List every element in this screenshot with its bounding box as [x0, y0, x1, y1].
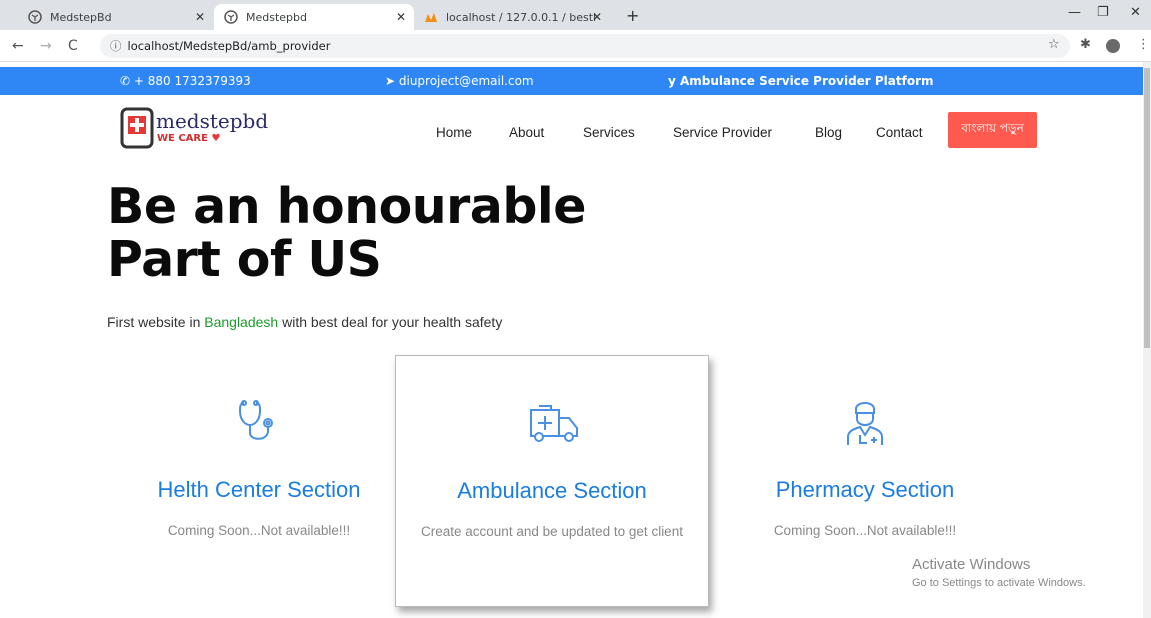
browser-tab-1[interactable]: MedstepBd ✕	[18, 4, 213, 30]
nav-contact[interactable]: Contact	[876, 125, 923, 140]
phone-icon: ✆	[120, 74, 134, 88]
card-description: Coming Soon...Not available!!!	[773, 523, 957, 538]
stethoscope-icon	[234, 397, 284, 447]
restore-icon[interactable]: ❐	[1097, 5, 1109, 20]
nav-blog[interactable]: Blog	[815, 125, 842, 140]
tab-title: Medstepbd	[246, 10, 307, 24]
nav-service-provider[interactable]: Service Provider	[673, 125, 772, 140]
logo-slogan: WE CARE ♥	[157, 133, 221, 144]
card-title: Ambulance Section	[457, 478, 647, 503]
ambulance-card[interactable]: Ambulance Section Create account and be …	[395, 355, 709, 607]
reload-icon[interactable]: C	[68, 38, 78, 54]
send-icon: ➤	[385, 74, 399, 88]
star-icon[interactable]: ☆	[1048, 37, 1060, 52]
email-info: ➤ diuproject@email.com	[385, 74, 534, 88]
scrollbar-thumb[interactable]	[1144, 68, 1150, 348]
close-tab-icon[interactable]: ✕	[396, 10, 406, 24]
globe-icon	[224, 10, 238, 24]
forward-icon[interactable]: →	[40, 38, 52, 54]
site-topbar: ✆ + 880 1732379393 ➤ diuproject@email.co…	[0, 67, 1143, 95]
hero-title: Be an honourable Part of US	[107, 178, 586, 288]
tab-title: MedstepBd	[50, 10, 112, 24]
close-tab-icon[interactable]: ✕	[195, 10, 205, 24]
page-scrollbar[interactable]	[1143, 62, 1151, 618]
address-bar[interactable]: ⓘ localhost/MedstepBd/amb_provider	[100, 34, 1070, 58]
card-description: Create account and be updated to get cli…	[421, 524, 683, 539]
site-header: medstepbd WE CARE ♥ Home About Services …	[0, 95, 1143, 165]
nav-about[interactable]: About	[509, 125, 544, 140]
windows-activation-watermark: Activate Windows Go to Settings to activ…	[912, 556, 1086, 589]
bangla-language-button[interactable]: বাংলায় পড়ুন	[948, 112, 1037, 148]
hero-subtitle: First website in Bangladesh with best de…	[107, 314, 503, 330]
minimize-icon[interactable]: —	[1068, 5, 1081, 20]
close-tab-icon[interactable]: ✕	[592, 10, 602, 24]
tagline: y Ambulance Service Provider Platform	[668, 74, 934, 88]
close-window-icon[interactable]: ✕	[1130, 5, 1141, 20]
phpmyadmin-icon	[424, 10, 438, 24]
url-text: localhost/MedstepBd/amb_provider	[127, 39, 331, 53]
browser-tab-bar: MedstepBd ✕ Medstepbd ✕ localhost / 127.…	[0, 0, 1151, 30]
new-tab-icon[interactable]: +	[626, 6, 639, 25]
back-icon[interactable]: ←	[12, 38, 24, 54]
browser-tab-2[interactable]: Medstepbd ✕	[214, 4, 414, 30]
card-title: Helth Center Section	[157, 477, 361, 502]
nav-services[interactable]: Services	[583, 125, 635, 140]
nav-home[interactable]: Home	[436, 125, 472, 140]
phone-cross-icon	[120, 107, 154, 149]
browser-tab-3[interactable]: localhost / 127.0.0.1 / bestlaravel ✕	[414, 4, 614, 30]
card-title: Phermacy Section	[775, 477, 955, 502]
logo-name: medstepbd	[156, 109, 269, 133]
phone-info: ✆ + 880 1732379393	[120, 74, 251, 88]
info-icon[interactable]: ⓘ	[110, 38, 122, 54]
ambulance-icon	[527, 398, 578, 448]
address-toolbar: ← → C ⓘ localhost/MedstepBd/amb_provider…	[0, 30, 1151, 62]
profile-avatar[interactable]	[1106, 39, 1120, 53]
highlight-text: Bangladesh	[204, 314, 279, 330]
card-description: Coming Soon...Not available!!!	[167, 523, 351, 538]
menu-icon[interactable]: ⋮	[1137, 37, 1150, 52]
tab-title: localhost / 127.0.0.1 / bestlaravel	[446, 10, 596, 24]
health-center-card[interactable]: Helth Center Section Coming Soon...Not a…	[103, 355, 415, 607]
pharmacist-icon	[840, 397, 890, 447]
extensions-icon[interactable]: ✱	[1080, 37, 1091, 52]
globe-icon	[28, 10, 42, 24]
heart-icon: ♥	[211, 133, 221, 144]
site-logo[interactable]: medstepbd WE CARE ♥	[120, 107, 270, 151]
